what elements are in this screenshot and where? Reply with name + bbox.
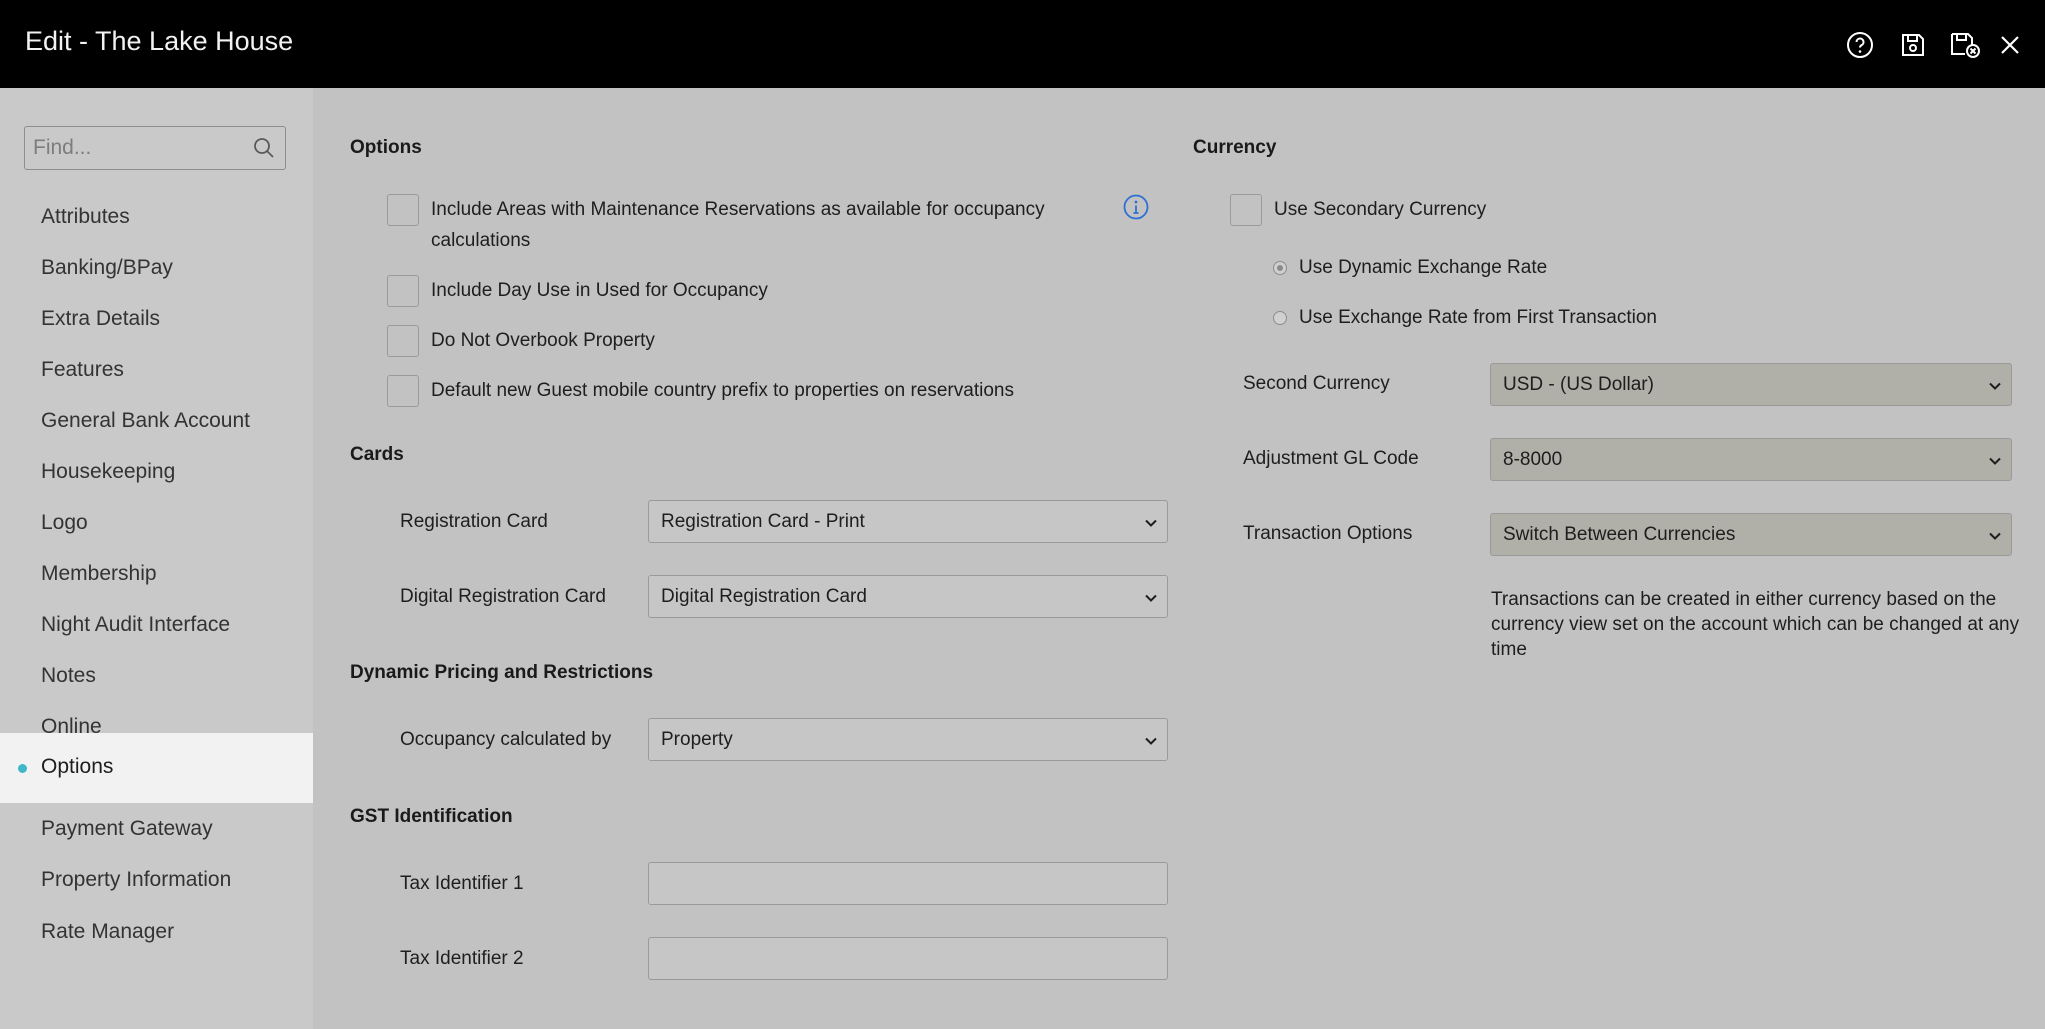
sidebar-item-night-audit-interface[interactable]: Night Audit Interface: [0, 600, 313, 651]
chevron-down-icon: [1145, 594, 1157, 602]
transaction-options-help-line2: currency view set on the account which c…: [1491, 614, 2020, 635]
transaction-options-help-line3: time: [1491, 639, 1527, 660]
use-first-transaction-rate-label: Use Exchange Rate from First Transaction: [1299, 307, 1657, 328]
currency-section-title: Currency: [1193, 137, 1277, 158]
default-mobile-prefix-label: Default new Guest mobile country prefix …: [431, 380, 1014, 401]
registration-card-select[interactable]: Registration Card - Print: [648, 500, 1168, 543]
help-button[interactable]: [1843, 28, 1877, 62]
search-icon[interactable]: [253, 137, 275, 159]
use-dynamic-exchange-rate-label: Use Dynamic Exchange Rate: [1299, 257, 1548, 278]
use-secondary-currency-checkbox[interactable]: [1230, 194, 1262, 226]
do-not-overbook-label: Do Not Overbook Property: [431, 330, 655, 351]
sidebar-item-label: Attributes: [41, 205, 130, 228]
sidebar-item-label: Payment Gateway: [41, 817, 213, 840]
sidebar: Attributes Banking/BPay Extra Details Fe…: [0, 88, 313, 1029]
search-box[interactable]: [24, 126, 286, 170]
sidebar-item-extra-details[interactable]: Extra Details: [0, 294, 313, 345]
sidebar-item-options[interactable]: Options: [0, 733, 313, 803]
second-currency-select[interactable]: USD - (US Dollar): [1490, 363, 2012, 406]
sidebar-item-payment-gateway[interactable]: Payment Gateway: [0, 804, 313, 855]
digital-registration-card-value: Digital Registration Card: [661, 586, 867, 607]
transaction-options-help-line1: Transactions can be created in either cu…: [1491, 589, 1997, 610]
tax-identifier-1-input[interactable]: [649, 863, 1167, 904]
sidebar-item-label: Banking/BPay: [41, 256, 173, 279]
save-button[interactable]: [1896, 28, 1930, 62]
sidebar-item-features[interactable]: Features: [0, 345, 313, 396]
use-secondary-currency-label: Use Secondary Currency: [1274, 199, 1487, 220]
include-day-use-label: Include Day Use in Used for Occupancy: [431, 280, 768, 301]
main-panel: Options Include Areas with Maintenance R…: [313, 88, 2045, 1029]
occupancy-calculated-by-value: Property: [661, 729, 733, 750]
sidebar-item-label: Logo: [41, 511, 88, 534]
sidebar-item-attributes[interactable]: Attributes: [0, 192, 313, 243]
sidebar-item-label: Rate Manager: [41, 920, 175, 943]
sidebar-item-label: Features: [41, 358, 124, 381]
chevron-down-icon: [1145, 519, 1157, 527]
include-day-use-checkbox[interactable]: [387, 275, 419, 307]
tax-identifier-2-input[interactable]: [649, 938, 1167, 979]
sidebar-item-general-bank-account[interactable]: General Bank Account: [0, 396, 313, 447]
close-button[interactable]: [1993, 28, 2027, 62]
sidebar-item-notes[interactable]: Notes: [0, 651, 313, 702]
default-mobile-prefix-checkbox[interactable]: [387, 375, 419, 407]
title-bar: Edit - The Lake House: [0, 0, 2045, 88]
sidebar-item-rate-manager[interactable]: Rate Manager: [0, 907, 313, 958]
use-first-transaction-rate-radio[interactable]: [1273, 311, 1287, 325]
sidebar-item-label: General Bank Account: [41, 409, 250, 432]
sidebar-item-banking-bpay[interactable]: Banking/BPay: [0, 243, 313, 294]
sidebar-item-label: Night Audit Interface: [41, 613, 231, 636]
digital-registration-card-select[interactable]: Digital Registration Card: [648, 575, 1168, 618]
save-icon: [1902, 34, 1924, 56]
sidebar-item-label: Options: [41, 755, 114, 778]
info-icon[interactable]: [1123, 194, 1149, 220]
chevron-down-icon: [1145, 737, 1157, 745]
do-not-overbook-checkbox[interactable]: [387, 325, 419, 357]
adjustment-gl-code-value: 8-8000: [1503, 449, 1563, 470]
chevron-down-icon: [1989, 457, 2001, 465]
close-icon: [2001, 36, 2019, 54]
tax-identifier-2-field[interactable]: [648, 937, 1168, 980]
sidebar-item-label: Membership: [41, 562, 157, 585]
tax-identifier-1-field[interactable]: [648, 862, 1168, 905]
active-indicator-dot: [18, 764, 27, 773]
tax-identifier-2-label: Tax Identifier 2: [400, 948, 524, 969]
adjustment-gl-code-label: Adjustment GL Code: [1243, 448, 1419, 469]
window-title: Edit - The Lake House: [25, 26, 294, 56]
transaction-options-select[interactable]: Switch Between Currencies: [1490, 513, 2012, 556]
include-maintenance-areas-label-line1: Include Areas with Maintenance Reservati…: [431, 199, 1045, 220]
use-dynamic-exchange-rate-radio[interactable]: [1273, 261, 1287, 275]
second-currency-label: Second Currency: [1243, 373, 1390, 394]
sidebar-item-label: Extra Details: [41, 307, 161, 330]
cards-section-title: Cards: [350, 444, 404, 465]
help-icon: [1847, 32, 1873, 58]
occupancy-calculated-by-select[interactable]: Property: [648, 718, 1168, 761]
sidebar-item-property-information[interactable]: Property Information: [0, 855, 313, 906]
digital-registration-card-label: Digital Registration Card: [400, 586, 606, 607]
registration-card-value: Registration Card - Print: [661, 511, 865, 532]
sidebar-item-label: Housekeeping: [41, 460, 176, 483]
chevron-down-icon: [1989, 382, 2001, 390]
gst-section-title: GST Identification: [350, 806, 513, 827]
tax-identifier-1-label: Tax Identifier 1: [400, 873, 524, 894]
registration-card-label: Registration Card: [400, 511, 548, 532]
save-close-icon: [1951, 33, 1980, 58]
sidebar-item-logo[interactable]: Logo: [0, 498, 313, 549]
include-maintenance-areas-checkbox[interactable]: [387, 194, 419, 226]
sidebar-item-label: Property Information: [41, 868, 232, 891]
sidebar-item-housekeeping[interactable]: Housekeeping: [0, 447, 313, 498]
chevron-down-icon: [1989, 532, 2001, 540]
transaction-options-label: Transaction Options: [1243, 523, 1413, 544]
occupancy-calculated-by-label: Occupancy calculated by: [400, 729, 612, 750]
save-and-close-button[interactable]: [1948, 28, 1982, 62]
dynamic-pricing-section-title: Dynamic Pricing and Restrictions: [350, 662, 654, 683]
adjustment-gl-code-select[interactable]: 8-8000: [1490, 438, 2012, 481]
second-currency-value: USD - (US Dollar): [1503, 374, 1654, 395]
search-input[interactable]: [25, 127, 245, 169]
sidebar-item-label: Notes: [41, 664, 96, 687]
include-maintenance-areas-label-line2: calculations: [431, 230, 531, 251]
options-section-title: Options: [350, 137, 422, 158]
transaction-options-value: Switch Between Currencies: [1503, 524, 1736, 545]
sidebar-item-membership[interactable]: Membership: [0, 549, 313, 600]
